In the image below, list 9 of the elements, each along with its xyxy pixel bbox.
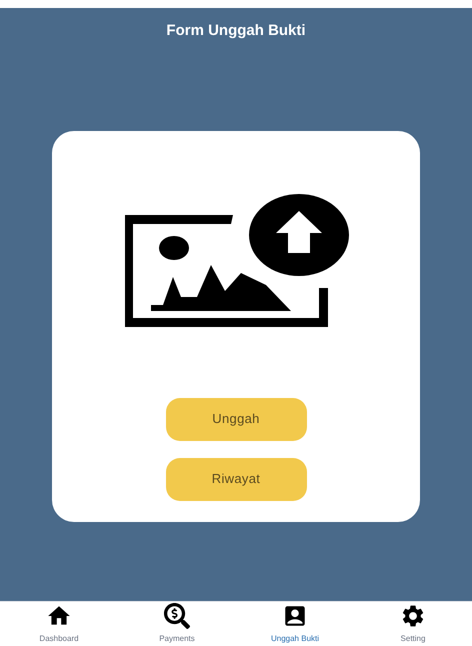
nav-tab[interactable]: Payments bbox=[118, 602, 236, 646]
nav-tab[interactable]: Setting bbox=[354, 602, 472, 646]
action-button[interactable]: Riwayat bbox=[166, 458, 306, 500]
action-button[interactable]: Unggah bbox=[166, 398, 306, 440]
header-title: Form Unggah Bukti bbox=[166, 21, 306, 41]
gear-icon bbox=[400, 603, 426, 629]
nav-tab[interactable]: Unggah Bukti bbox=[236, 602, 354, 646]
nav-tab[interactable]: Dashboard bbox=[0, 602, 118, 646]
dollar-search-icon bbox=[164, 603, 190, 629]
